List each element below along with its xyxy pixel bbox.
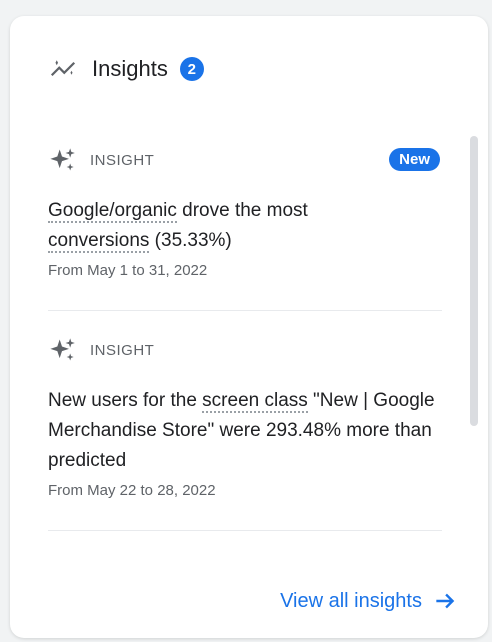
insight-tag-label: INSIGHT bbox=[90, 341, 155, 359]
insight-text-part: (35.33%) bbox=[149, 230, 232, 251]
scrollbar[interactable] bbox=[470, 136, 478, 426]
metric-term[interactable]: conversions bbox=[48, 230, 150, 253]
arrow-right-icon bbox=[436, 593, 455, 609]
insight-date: From May 22 to 28, 2022 bbox=[48, 482, 216, 499]
insight-item[interactable]: INSIGHT New users for the screen class "… bbox=[48, 336, 448, 499]
insight-date: From May 1 to 31, 2022 bbox=[48, 262, 208, 279]
new-badge: New bbox=[389, 148, 440, 171]
insights-header: Insights 2 bbox=[48, 54, 204, 84]
insight-text: New users for the screen class "New | Go… bbox=[48, 386, 448, 476]
insight-text: Google/organic drove the most conversion… bbox=[48, 196, 448, 256]
insight-text-part: drove the most bbox=[176, 200, 308, 221]
insights-count-badge: 2 bbox=[179, 57, 204, 81]
divider bbox=[48, 310, 442, 311]
insights-trend-icon bbox=[50, 60, 76, 77]
insight-tag-label: INSIGHT bbox=[90, 151, 155, 169]
insight-text-part: New users for the bbox=[48, 390, 203, 411]
sparkle-icon bbox=[50, 148, 75, 171]
dimension-term[interactable]: Google/organic bbox=[48, 200, 177, 223]
insight-tag: INSIGHT bbox=[48, 336, 448, 364]
insights-title: Insights bbox=[92, 56, 168, 81]
insights-card: Insights 2 INSIGHT New Google/organic dr… bbox=[10, 16, 488, 638]
view-all-label: View all insights bbox=[280, 589, 422, 612]
insight-item[interactable]: INSIGHT New Google/organic drove the mos… bbox=[48, 146, 448, 279]
view-all-insights-link[interactable]: View all insights bbox=[280, 588, 458, 614]
dimension-term[interactable]: screen class bbox=[202, 390, 308, 413]
divider bbox=[48, 530, 442, 531]
insight-tag: INSIGHT bbox=[48, 146, 448, 174]
sparkle-icon bbox=[50, 338, 75, 361]
